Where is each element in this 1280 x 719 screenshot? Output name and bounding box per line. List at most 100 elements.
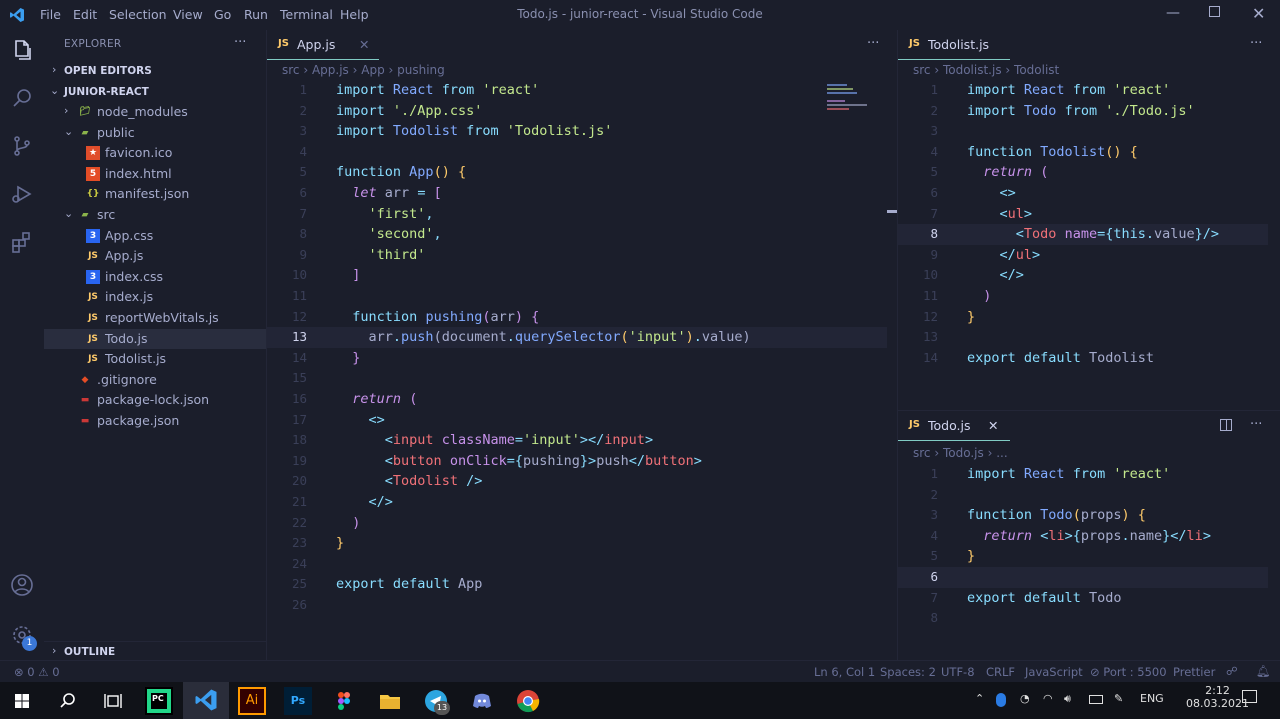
code-line[interactable]: 3 function Todo(props) { xyxy=(898,505,1268,526)
code-line[interactable]: 24 xyxy=(267,554,887,575)
breadcrumb-item[interactable]: App.js xyxy=(312,63,349,77)
explorer-icon[interactable] xyxy=(10,38,34,62)
breadcrumb-item[interactable]: ... xyxy=(996,446,1007,460)
prettier-status[interactable]: Prettier xyxy=(1173,665,1215,679)
tab-todolist-js[interactable]: JS Todolist.js xyxy=(898,30,1010,60)
tree-item[interactable]: ★ favicon.ico xyxy=(44,143,266,164)
code-line[interactable]: 8 <Todo name={this.value}/> xyxy=(898,224,1268,245)
code-line[interactable]: 25 export default App xyxy=(267,574,887,595)
code-line[interactable]: 10 ] xyxy=(267,265,887,286)
more-actions-icon[interactable]: ··· xyxy=(1250,417,1262,432)
outline-section[interactable]: › OUTLINE xyxy=(44,641,266,662)
language-indicator[interactable]: ENG xyxy=(1140,692,1164,705)
code-line[interactable]: 22 ) xyxy=(267,513,887,534)
code-line[interactable]: 18 <input className='input'></input> xyxy=(267,430,887,451)
code-line[interactable]: 13 xyxy=(898,327,1268,348)
code-line[interactable]: 1 import React from 'react' xyxy=(898,80,1268,101)
figma-icon[interactable] xyxy=(330,687,358,715)
wifi-icon[interactable]: ◠ xyxy=(1043,692,1053,705)
clock[interactable]: 2:12 08.03.2021 xyxy=(1186,684,1249,710)
code-line[interactable]: 17 <> xyxy=(267,410,887,431)
tree-item[interactable]: ⌄ ▰ src xyxy=(44,205,266,226)
more-actions-icon[interactable]: ··· xyxy=(234,35,246,50)
pen-icon[interactable]: ✎ xyxy=(1114,692,1123,705)
code-line[interactable]: 26 xyxy=(267,595,887,616)
close-icon[interactable]: ✕ xyxy=(1252,4,1265,23)
code-line[interactable]: 13 arr.push(document.querySelector('inpu… xyxy=(267,327,887,348)
tree-item[interactable]: JS Todo.js xyxy=(44,328,266,350)
breadcrumb-item[interactable]: Todo.js xyxy=(943,446,984,460)
file-explorer-icon[interactable] xyxy=(376,687,404,715)
tray-app-icon[interactable]: ◔ xyxy=(1020,692,1030,705)
code-line[interactable]: 2 import './App.css' xyxy=(267,101,887,122)
search-icon[interactable] xyxy=(54,687,82,715)
tree-item[interactable]: JS App.js xyxy=(44,246,266,267)
project-section[interactable]: ⌄ JUNIOR-REACT xyxy=(44,82,266,103)
language-mode[interactable]: JavaScript xyxy=(1025,665,1083,679)
source-control-icon[interactable] xyxy=(10,134,34,158)
code-line[interactable]: 10 </> xyxy=(898,265,1268,286)
feedback-icon[interactable]: ☍ xyxy=(1226,664,1238,678)
breadcrumb-item[interactable]: src xyxy=(282,63,300,77)
live-server-port[interactable]: ⊘ Port : 5500 xyxy=(1090,665,1167,679)
tab-app-js[interactable]: JS App.js ✕ xyxy=(267,30,379,60)
search-icon[interactable] xyxy=(10,86,34,110)
code-line[interactable]: 3 xyxy=(898,121,1268,142)
close-tab-icon[interactable]: ✕ xyxy=(988,418,998,433)
indentation[interactable]: Spaces: 2 xyxy=(880,665,936,679)
code-line[interactable]: 11 ) xyxy=(898,286,1268,307)
breadcrumb-item[interactable]: App xyxy=(361,63,384,77)
action-center-icon[interactable] xyxy=(1242,690,1257,703)
code-line[interactable]: 5 return ( xyxy=(898,162,1268,183)
breadcrumb-item[interactable]: Todolist xyxy=(1014,63,1059,77)
vscode-taskbar-active[interactable] xyxy=(183,682,229,719)
telegram-icon[interactable]: 13 xyxy=(422,687,450,715)
code-line[interactable]: 16 return ( xyxy=(267,389,887,410)
tree-item[interactable]: {} manifest.json xyxy=(44,184,266,205)
code-line[interactable]: 6 <> xyxy=(898,183,1268,204)
tree-item[interactable]: ◆ .gitignore xyxy=(44,370,266,391)
code-line[interactable]: 7 'first', xyxy=(267,204,887,225)
code-line[interactable]: 5 function App() { xyxy=(267,162,887,183)
breadcrumb-item[interactable]: src xyxy=(913,63,931,77)
code-line[interactable]: 19 <button onClick={pushing}>push</butto… xyxy=(267,451,887,472)
code-line[interactable]: 8 'second', xyxy=(267,224,887,245)
code-line[interactable]: 14 export default Todolist xyxy=(898,348,1268,369)
run-debug-icon[interactable] xyxy=(10,182,34,206)
code-line[interactable]: 11 xyxy=(267,286,887,307)
task-view-icon[interactable] xyxy=(99,687,127,715)
code-line[interactable]: 15 xyxy=(267,368,887,389)
code-line[interactable]: 9 'third' xyxy=(267,245,887,266)
code-line[interactable]: 6 xyxy=(898,567,1268,588)
more-actions-icon[interactable]: ··· xyxy=(1250,36,1262,51)
tree-item[interactable]: › 📁︎ node_modules xyxy=(44,102,266,123)
code-line[interactable]: 7 <ul> xyxy=(898,204,1268,225)
pycharm-icon[interactable]: PC xyxy=(145,687,173,715)
tree-item[interactable]: 5 index.html xyxy=(44,164,266,185)
code-line[interactable]: 4 xyxy=(267,142,887,163)
code-line[interactable]: 4 return <li>{props.name}</li> xyxy=(898,526,1268,547)
tree-item[interactable]: 3 index.css xyxy=(44,267,266,288)
code-line[interactable]: 4 function Todolist() { xyxy=(898,142,1268,163)
extensions-icon[interactable] xyxy=(10,230,34,254)
code-line[interactable]: 12 function pushing(arr) { xyxy=(267,307,887,328)
tree-item[interactable]: ▬ package.json xyxy=(44,411,266,432)
breadcrumb-item[interactable]: Todolist.js xyxy=(943,63,1002,77)
code-line[interactable]: 14 } xyxy=(267,348,887,369)
code-line[interactable]: 23} xyxy=(267,533,887,554)
chrome-icon[interactable] xyxy=(514,687,542,715)
tree-item[interactable]: JS reportWebVitals.js xyxy=(44,308,266,329)
problems-indicator[interactable]: ⊗ 0 ⚠ 0 xyxy=(14,665,60,679)
minimize-icon[interactable]: — xyxy=(1166,5,1180,21)
tree-item[interactable]: 3 App.css xyxy=(44,226,266,247)
code-line[interactable]: 5} xyxy=(898,546,1268,567)
photoshop-icon[interactable]: Ps xyxy=(284,687,312,715)
code-line[interactable]: 8 xyxy=(898,608,1268,629)
code-line[interactable]: 7 export default Todo xyxy=(898,588,1268,609)
discord-icon[interactable] xyxy=(468,687,496,715)
windows-start-icon[interactable] xyxy=(8,687,36,715)
code-line[interactable]: 3 import Todolist from 'Todolist.js' xyxy=(267,121,887,142)
show-hidden-icons[interactable]: ⌃ xyxy=(975,692,984,705)
tree-item[interactable]: JS Todolist.js xyxy=(44,349,266,370)
minimap[interactable] xyxy=(827,82,887,132)
